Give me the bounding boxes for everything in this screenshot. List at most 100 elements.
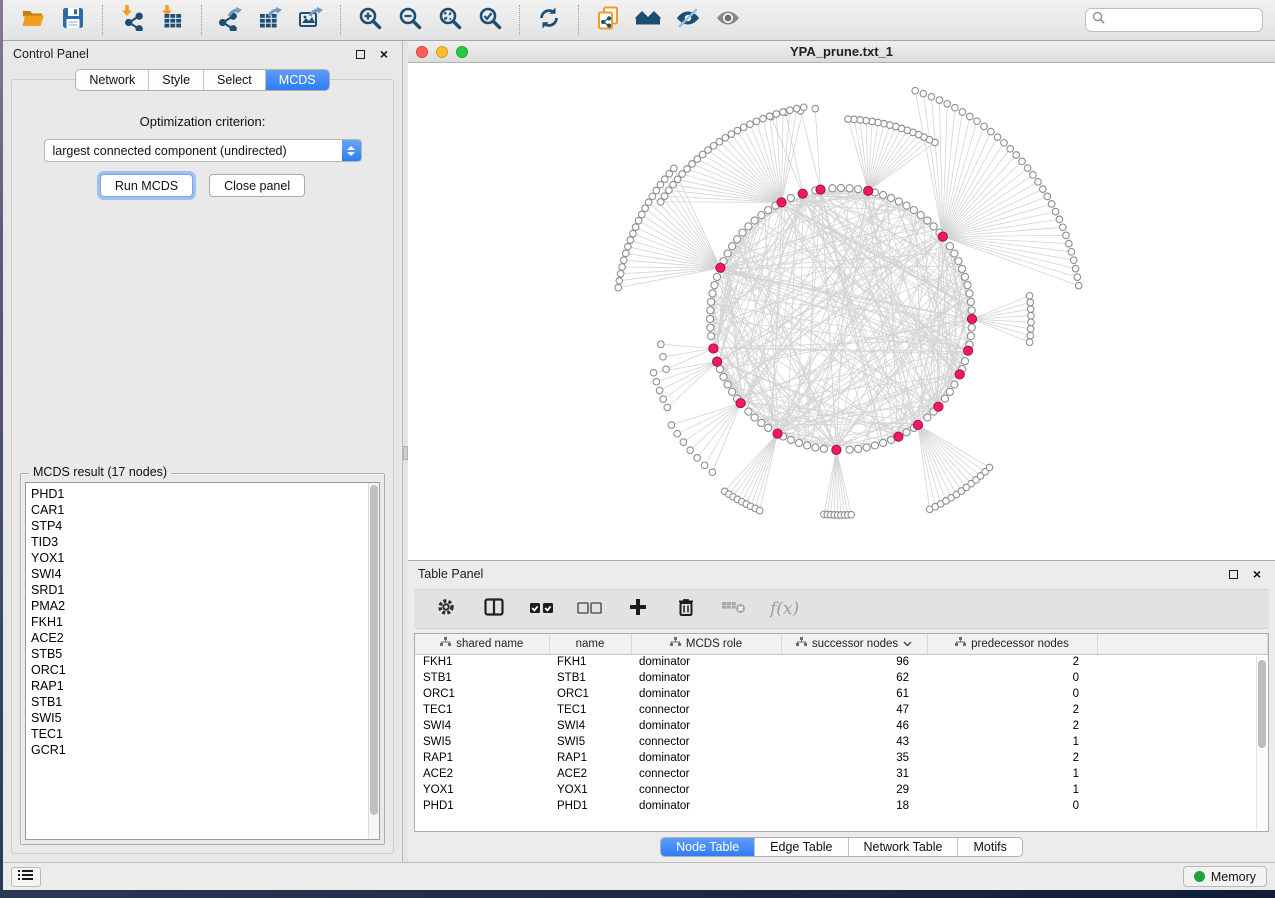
column-layout-button[interactable] [482,597,506,621]
zoom-out-button[interactable] [392,4,428,36]
show-details-button[interactable] [710,4,746,36]
refresh-view-button[interactable] [531,4,567,36]
mcds-result-item[interactable]: GCR1 [31,742,368,758]
table-cell: SWI4 [415,718,549,734]
mcds-result-item[interactable]: RAP1 [31,678,368,694]
task-list-icon [18,868,34,886]
table-cell: dominator [631,654,781,670]
zoom-selected-button[interactable] [472,4,508,36]
hide-details-button[interactable] [670,4,706,36]
tab-motifs[interactable]: Motifs [958,838,1021,856]
mcds-result-item[interactable]: ORC1 [31,662,368,678]
network-title: YPA_prune.txt_1 [408,44,1275,59]
close-panel-icon[interactable]: × [376,46,392,62]
column-type-icon [440,637,451,650]
run-mcds-button[interactable]: Run MCDS [100,174,193,197]
tab-edge-table[interactable]: Edge Table [755,838,848,856]
mcds-result-item[interactable]: STP4 [31,518,368,534]
select-all-rows-button[interactable] [530,597,554,621]
network-canvas[interactable] [408,63,1275,560]
criterion-dropdown[interactable]: largest connected component (undirected) [44,139,362,162]
table-cell: PHD1 [415,798,549,814]
export-table-button[interactable] [253,4,289,36]
tab-network[interactable]: Network [76,70,149,90]
table-row[interactable]: FKH1FKH1dominator962 [415,654,1268,670]
table-row[interactable]: PHD1PHD1dominator180 [415,798,1268,814]
export-network-button[interactable] [213,4,249,36]
mcds-result-item[interactable]: TID3 [31,534,368,550]
tab-node-table[interactable]: Node Table [661,838,755,856]
task-history-button[interactable] [11,867,41,887]
mcds-result-item[interactable]: TEC1 [31,726,368,742]
delete-column-icon [676,597,696,622]
search-input[interactable] [1109,13,1264,27]
mcds-result-item[interactable]: SWI5 [31,710,368,726]
table-row[interactable]: SWI4SWI4dominator462 [415,718,1268,734]
mcds-result-item[interactable]: STB5 [31,646,368,662]
table-cell: 46 [781,718,927,734]
column-header-predecessor-nodes[interactable]: predecessor nodes [927,634,1097,654]
table-row[interactable]: TEC1TEC1connector472 [415,702,1268,718]
table-cell: 0 [927,798,1097,814]
table-row[interactable]: RAP1RAP1dominator352 [415,750,1268,766]
table-cell: STB1 [415,670,549,686]
export-image-button[interactable] [293,4,329,36]
search-box[interactable] [1085,8,1263,32]
tab-select[interactable]: Select [204,70,266,90]
mcds-result-item[interactable]: CAR1 [31,502,368,518]
deselect-all-rows-button[interactable] [578,597,602,621]
zoom-in-button[interactable] [352,4,388,36]
node-table: shared namenameMCDS rolesuccessor nodesp… [414,633,1269,832]
column-header-MCDS-role[interactable]: MCDS role [631,634,781,654]
import-table-button[interactable] [154,4,190,36]
mcds-result-item[interactable]: PMA2 [31,598,368,614]
table-row[interactable]: YOX1YOX1connector291 [415,782,1268,798]
cytoscape-window: Control Panel × NetworkStyleSelectMCDS O… [3,0,1275,890]
import-network-button[interactable] [114,4,150,36]
toolbar-separator [519,5,520,35]
table-scrollbar[interactable] [1256,656,1267,830]
table-cell: SWI4 [549,718,631,734]
mcds-result-item[interactable]: ACE2 [31,630,368,646]
table-cell: connector [631,702,781,718]
memory-button[interactable]: Memory [1183,866,1267,887]
float-table-panel-icon[interactable] [1225,566,1241,582]
table-row[interactable]: SWI5SWI5connector431 [415,734,1268,750]
table-cell-filler [1097,718,1268,734]
tab-style[interactable]: Style [149,70,204,90]
column-header-successor-nodes[interactable]: successor nodes [781,634,927,654]
clone-network-button[interactable] [590,4,626,36]
add-column-button[interactable] [626,597,650,621]
column-header-name[interactable]: name [549,634,631,654]
table-row[interactable]: ORC1ORC1dominator610 [415,686,1268,702]
home-button[interactable] [630,4,666,36]
mcds-result-item[interactable]: FKH1 [31,614,368,630]
table-cell: ORC1 [549,686,631,702]
table-panel: Table Panel × f(x) shared namenameMCDS r… [408,561,1275,862]
mcds-result-title: MCDS result (17 nodes) [29,465,171,479]
close-table-panel-icon[interactable]: × [1249,566,1265,582]
save-session-button[interactable] [55,4,91,36]
column-header-shared-name[interactable]: shared name [415,634,549,654]
mcds-result-item[interactable]: STB1 [31,694,368,710]
mcds-result-scrollbar[interactable] [368,483,379,839]
delete-column-button[interactable] [674,597,698,621]
export-network-icon [218,5,244,36]
mcds-result-item[interactable]: YOX1 [31,550,368,566]
tab-mcds[interactable]: MCDS [266,70,329,90]
close-panel-button[interactable]: Close panel [209,174,305,197]
select-all-rows-icon [529,597,555,622]
tab-network-table[interactable]: Network Table [849,838,959,856]
mcds-result-item[interactable]: SWI4 [31,566,368,582]
function-builder-button: f(x) [770,599,799,619]
zoom-fit-button[interactable] [432,4,468,36]
mcds-result-item[interactable]: PHD1 [31,486,368,502]
table-options-button[interactable] [434,597,458,621]
open-file-button[interactable] [15,4,51,36]
mcds-result-item[interactable]: SRD1 [31,582,368,598]
table-header-row: shared namenameMCDS rolesuccessor nodesp… [415,634,1268,654]
table-row[interactable]: ACE2ACE2connector311 [415,766,1268,782]
table-cell: ORC1 [415,686,549,702]
float-panel-icon[interactable] [352,46,368,62]
table-row[interactable]: STB1STB1dominator620 [415,670,1268,686]
